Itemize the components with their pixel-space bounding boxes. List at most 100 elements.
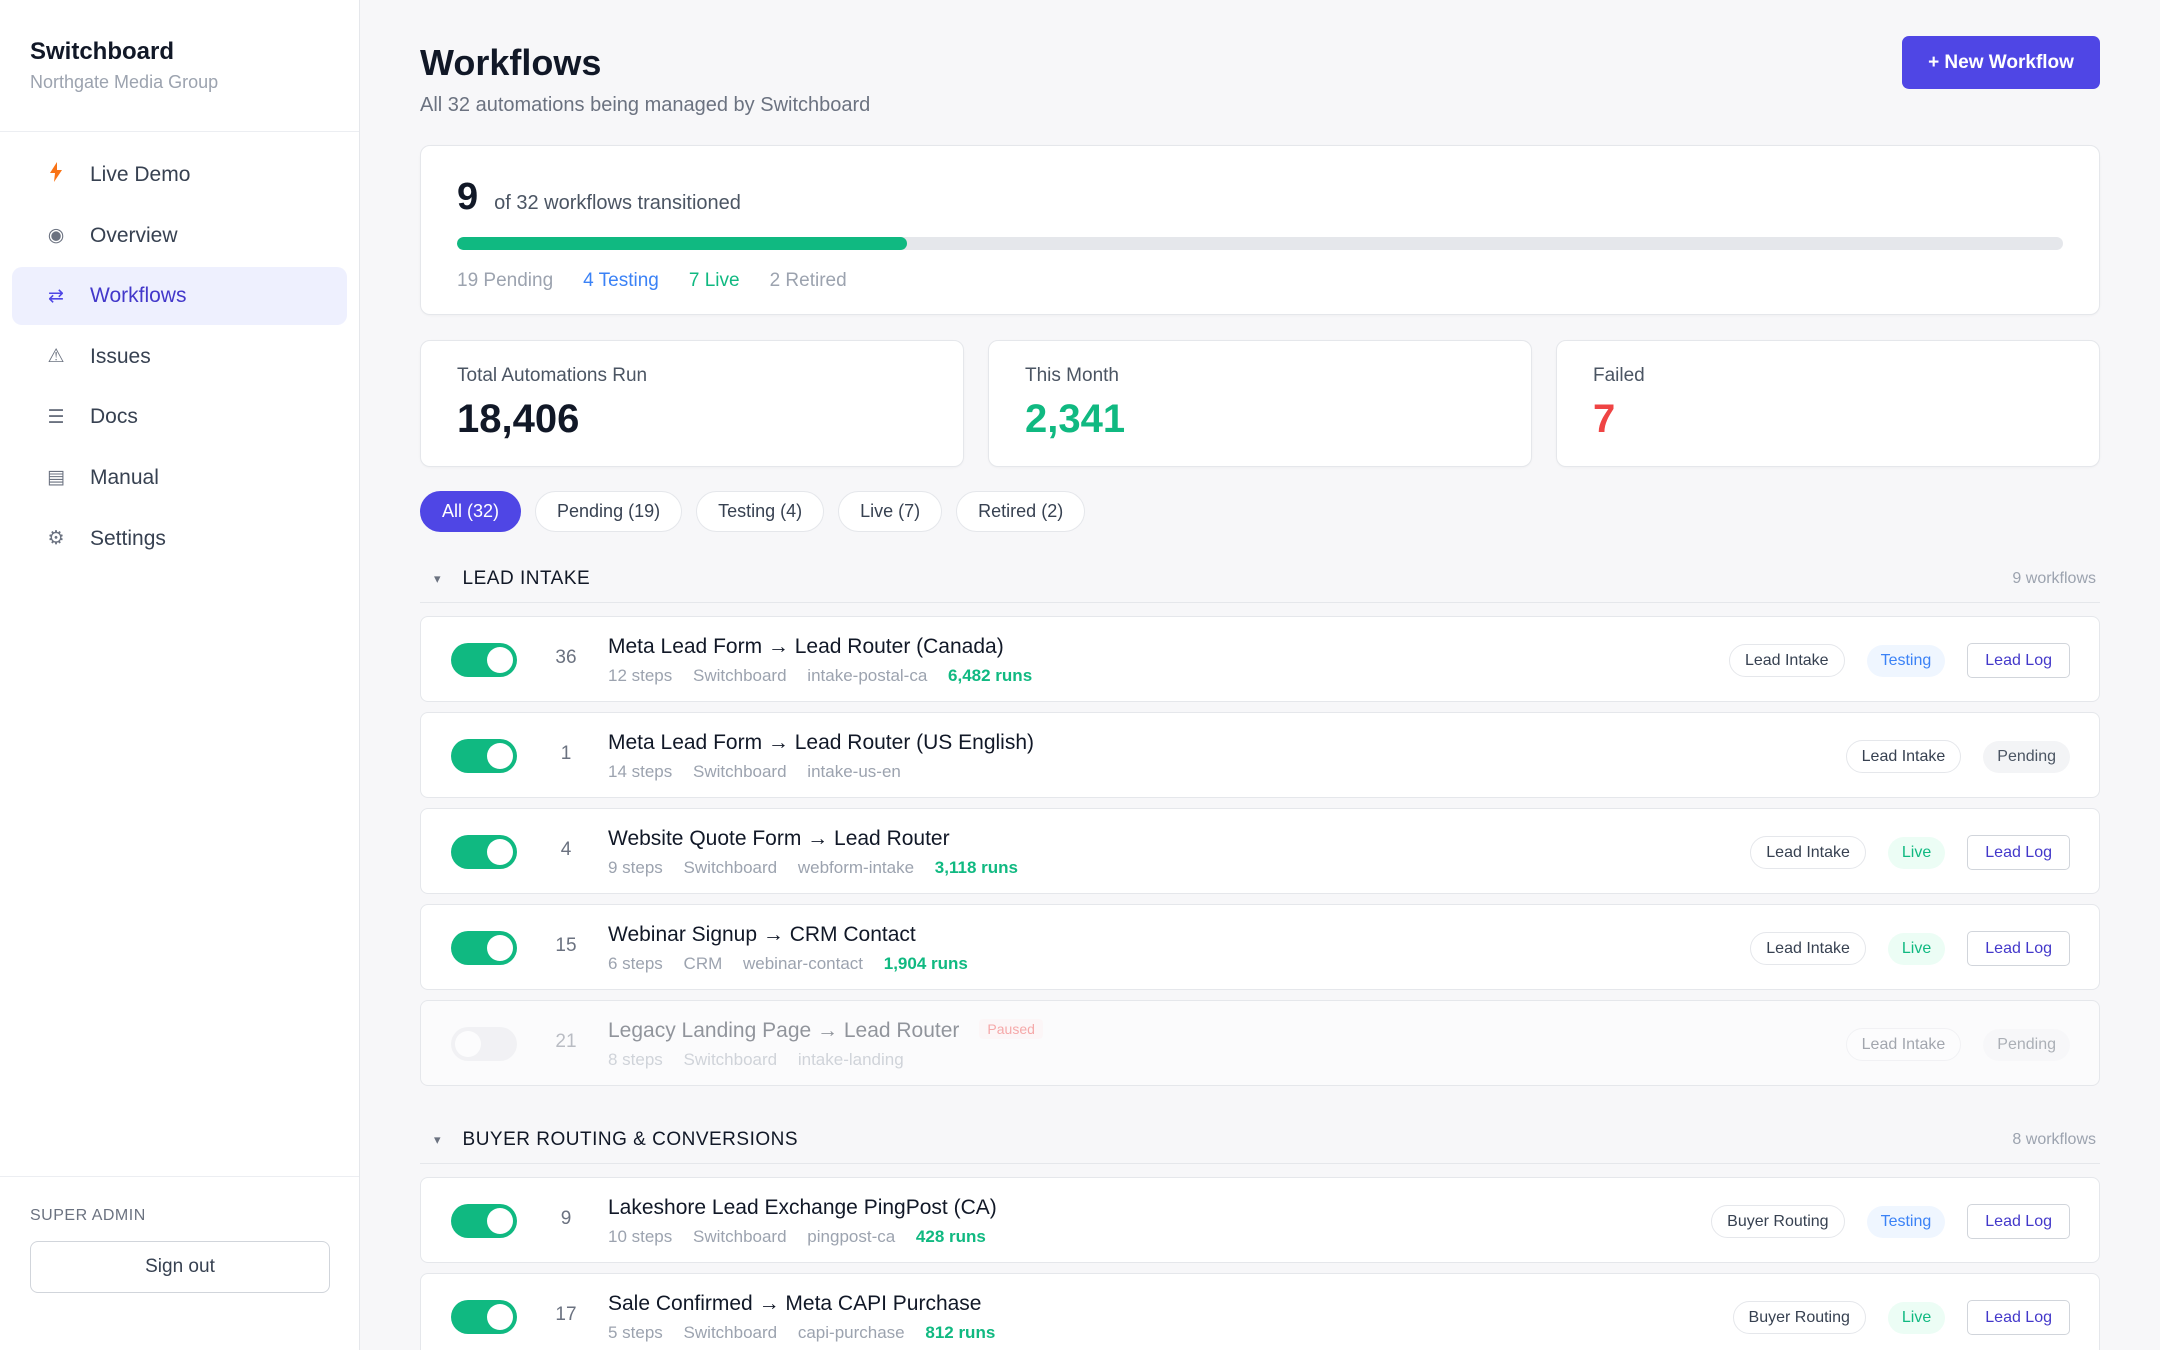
- workflow-title[interactable]: Legacy Landing Page → Lead Router Paused: [608, 1019, 1043, 1043]
- workflow-source: Switchboard: [693, 762, 787, 781]
- workflow-row[interactable]: 21 Legacy Landing Page → Lead Router Paus…: [420, 1000, 2100, 1086]
- workflow-row[interactable]: 1 Meta Lead Form → Lead Router (US Engli…: [420, 712, 2100, 798]
- workflow-slug: capi-purchase: [797, 1323, 905, 1342]
- filter-live[interactable]: Live (7): [838, 491, 943, 532]
- category-tag: Lead Intake: [1750, 836, 1866, 869]
- workflow-source: CRM: [683, 954, 723, 973]
- new-workflow-button[interactable]: + New Workflow: [1902, 36, 2100, 89]
- category-tag: Lead Intake: [1845, 740, 1962, 773]
- sidebar-item-label: Manual: [90, 465, 159, 489]
- progress-count: 9: [457, 176, 479, 218]
- workflow-toggle[interactable]: [451, 1027, 517, 1061]
- sidebar-footer: SUPER ADMIN Sign out: [0, 1176, 359, 1350]
- workflow-slug: intake-us-en: [807, 762, 901, 781]
- chevron-down-icon[interactable]: ▾: [434, 1132, 441, 1148]
- chevron-down-icon[interactable]: ▾: [434, 571, 441, 587]
- workflow-toggle[interactable]: [451, 739, 517, 773]
- sidebar-item-overview[interactable]: ◉ Overview: [12, 207, 347, 265]
- lead-log-button[interactable]: Lead Log: [1967, 643, 2070, 678]
- user-role: SUPER ADMIN: [30, 1207, 146, 1224]
- stat-this-month: This Month 2,341: [988, 340, 1532, 467]
- section-buyer-routing: ▾ BUYER ROUTING & CONVERSIONS 8 workflow…: [420, 1116, 2100, 1350]
- workflow-title[interactable]: Meta Lead Form → Lead Router (US English…: [608, 731, 1034, 755]
- progress-header: 9 of 32 workflows transitioned: [457, 176, 2063, 219]
- stat-value: 18,406: [457, 397, 580, 441]
- sidebar-item-docs[interactable]: ☰ Docs: [12, 388, 347, 446]
- section-header[interactable]: ▾ LEAD INTAKE 9 workflows: [420, 555, 2100, 603]
- workflow-title-text: Meta Lead Form → Lead Router (US English…: [608, 731, 1035, 754]
- workflow-actions: Buyer Routing Testing Lead Log: [1689, 1204, 2070, 1239]
- workflow-title[interactable]: Webinar Signup → CRM Contact: [608, 923, 916, 947]
- workflow-id: 4: [560, 839, 572, 860]
- lead-log-button[interactable]: Lead Log: [1967, 835, 2070, 870]
- status-badge: Testing: [1866, 1205, 1946, 1238]
- workflow-title[interactable]: Sale Confirmed → Meta CAPI Purchase: [608, 1292, 982, 1316]
- filter-pending[interactable]: Pending (19): [535, 491, 683, 532]
- category-tag: Buyer Routing: [1711, 1205, 1845, 1238]
- workflow-toggle[interactable]: [451, 931, 517, 965]
- filter-chips: All (32) Pending (19) Testing (4) Live (…: [420, 491, 1099, 532]
- workflow-title-text: Lakeshore Lead Exchange PingPost (CA): [608, 1196, 997, 1219]
- status-badge: Pending: [1983, 740, 2070, 773]
- sidebar-item-settings[interactable]: ⚙ Settings: [12, 510, 347, 568]
- workflow-title-text: Webinar Signup → CRM Contact: [608, 923, 916, 946]
- live-count: 7 Live: [688, 270, 740, 291]
- gear-icon: ⚙: [47, 528, 65, 550]
- lead-log-button[interactable]: Lead Log: [1967, 1204, 2070, 1239]
- sidebar-item-issues[interactable]: ⚠ Issues: [12, 328, 347, 386]
- stat-failed: Failed 7: [1556, 340, 2100, 467]
- page-title: Workflows: [420, 42, 602, 83]
- filter-retired[interactable]: Retired (2): [956, 491, 1086, 532]
- workflow-runs: 6,482 runs: [948, 666, 1033, 685]
- workflow-title[interactable]: Lakeshore Lead Exchange PingPost (CA): [608, 1196, 997, 1220]
- workflow-actions: Lead Intake Pending: [1824, 1028, 2070, 1061]
- testing-count: 4 Testing: [583, 270, 659, 291]
- sidebar-item-workflows[interactable]: ⇄ Workflows: [12, 267, 347, 326]
- workflow-row[interactable]: 15 Webinar Signup → CRM Contact 6 steps …: [420, 904, 2100, 990]
- workflow-row[interactable]: 4 Website Quote Form → Lead Router 9 ste…: [420, 808, 2100, 894]
- workflow-toggle[interactable]: [451, 643, 517, 677]
- workflow-id: 21: [555, 1031, 577, 1052]
- filter-all[interactable]: All (32): [420, 491, 522, 532]
- workflow-title[interactable]: Meta Lead Form → Lead Router (Canada): [608, 635, 1004, 659]
- workflow-title[interactable]: Website Quote Form → Lead Router: [608, 827, 950, 851]
- progress-bar: [457, 237, 2063, 250]
- workflow-id: 36: [555, 647, 577, 668]
- sidebar-item-live-demo[interactable]: Live Demo: [12, 146, 347, 204]
- section-count: 8 workflows: [2012, 1130, 2096, 1148]
- radio-icon: ◉: [47, 225, 65, 247]
- workflow-toggle[interactable]: [451, 1204, 517, 1238]
- workflow-actions: Buyer Routing Live Lead Log: [1711, 1300, 2070, 1335]
- workflow-runs: 428 runs: [915, 1227, 986, 1246]
- toggle-knob: [487, 839, 513, 865]
- swap-arrows-icon: ⇄: [48, 285, 64, 307]
- warning-icon: ⚠: [47, 346, 65, 368]
- section-header[interactable]: ▾ BUYER ROUTING & CONVERSIONS 8 workflow…: [420, 1116, 2100, 1164]
- category-tag: Buyer Routing: [1732, 1301, 1866, 1334]
- sign-out-button[interactable]: Sign out: [30, 1241, 330, 1293]
- stat-label: Total Automations Run: [457, 365, 648, 386]
- workflow-runs: 1,904 runs: [883, 954, 968, 973]
- workflow-id: 15: [555, 935, 577, 956]
- sidebar-item-manual[interactable]: ▤ Manual: [12, 449, 347, 507]
- workflow-toggle[interactable]: [451, 835, 517, 869]
- lead-log-button[interactable]: Lead Log: [1967, 1300, 2070, 1335]
- filter-testing[interactable]: Testing (4): [696, 491, 825, 532]
- workflow-row[interactable]: 17 Sale Confirmed → Meta CAPI Purchase 5…: [420, 1273, 2100, 1350]
- workflow-actions: Lead Intake Live Lead Log: [1728, 931, 2070, 966]
- workflow-slug: webinar-contact: [743, 954, 864, 973]
- status-badge: Live: [1887, 836, 1946, 869]
- status-badge: Testing: [1866, 644, 1946, 677]
- workflow-slug: intake-postal-ca: [807, 666, 928, 685]
- category-tag: Lead Intake: [1728, 644, 1845, 677]
- section-title: BUYER ROUTING & CONVERSIONS: [462, 1128, 799, 1150]
- workflow-meta: 8 steps Switchboard intake-landing: [608, 1050, 920, 1070]
- workflow-toggle[interactable]: [451, 1300, 517, 1334]
- workflow-id: 9: [560, 1208, 572, 1229]
- workflow-title-text: Website Quote Form → Lead Router: [608, 827, 950, 850]
- workflow-row[interactable]: 9 Lakeshore Lead Exchange PingPost (CA) …: [420, 1177, 2100, 1263]
- workflow-row[interactable]: 36 Meta Lead Form → Lead Router (Canada)…: [420, 616, 2100, 702]
- sidebar-item-label: Workflows: [90, 284, 187, 308]
- lead-log-button[interactable]: Lead Log: [1967, 931, 2070, 966]
- category-tag: Lead Intake: [1750, 932, 1866, 965]
